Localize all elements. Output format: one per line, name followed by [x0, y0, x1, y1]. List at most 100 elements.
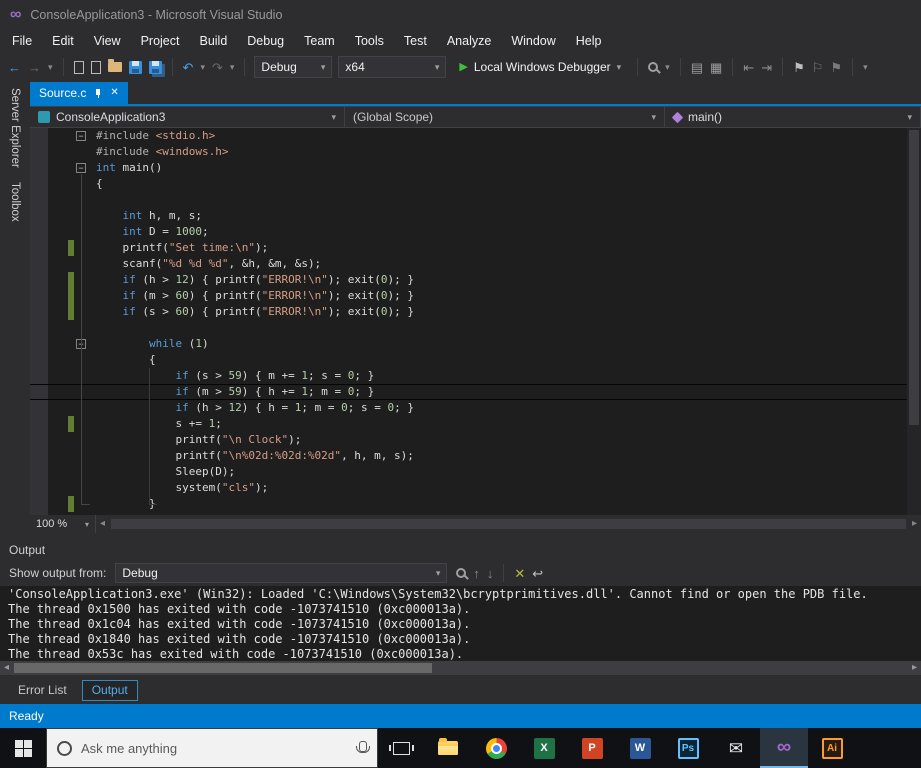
menu-window[interactable]: Window: [501, 31, 565, 51]
menu-analyze[interactable]: Analyze: [437, 31, 501, 51]
taskbar-app-illustrator[interactable]: Ai: [808, 728, 856, 768]
menu-edit[interactable]: Edit: [42, 31, 84, 51]
fold-toggle-icon[interactable]: −: [76, 163, 86, 173]
solution-explorer-icon[interactable]: ▤: [691, 61, 703, 74]
menu-tools[interactable]: Tools: [345, 31, 394, 51]
taskbar-app-word[interactable]: W: [616, 728, 664, 768]
redo-icon[interactable]: ↷: [212, 61, 223, 74]
new-project-icon[interactable]: [74, 61, 84, 74]
taskbar-app-mail[interactable]: ✉: [712, 728, 760, 768]
code-line-23[interactable]: system("cls");: [30, 480, 907, 496]
tab-source-c[interactable]: Source.c ✕: [30, 82, 128, 104]
taskbar-app-chrome[interactable]: [472, 728, 520, 768]
menu-file[interactable]: File: [2, 31, 42, 51]
open-file-icon[interactable]: [108, 62, 122, 72]
menu-project[interactable]: Project: [131, 31, 190, 51]
toggle-bookmark-icon[interactable]: ⚑: [793, 61, 805, 74]
code-area[interactable]: −#include <stdio.h>#include <windows.h>−…: [30, 128, 907, 512]
undo-dropdown-icon[interactable]: ▾: [200, 63, 205, 72]
code-line-1[interactable]: −#include <stdio.h>: [30, 128, 907, 144]
code-line-22[interactable]: Sleep(D);: [30, 464, 907, 480]
navigation-dropdown-icon[interactable]: ▾: [48, 63, 53, 72]
solution-platform-combo[interactable]: x64 ▾: [338, 56, 446, 78]
scroll-right-icon[interactable]: ▸: [908, 663, 921, 673]
code-line-13[interactable]: [30, 320, 907, 336]
toggle-word-wrap-icon[interactable]: ↩: [532, 567, 543, 580]
code-line-8[interactable]: printf("Set time:\n");: [30, 240, 907, 256]
taskbar-app-powerpoint[interactable]: P: [568, 728, 616, 768]
zoom-level-combo[interactable]: 100 % ▾: [30, 515, 96, 533]
output-text-area[interactable]: 'ConsoleApplication3.exe' (Win32): Loade…: [0, 586, 921, 661]
navigate-backward-icon[interactable]: ←: [8, 61, 21, 74]
scope-dropdown[interactable]: (Global Scope) ▾: [344, 106, 665, 128]
code-line-14[interactable]: − while (1): [30, 336, 907, 352]
taskbar-app-excel[interactable]: X: [520, 728, 568, 768]
taskbar-app-photoshop[interactable]: Ps: [664, 728, 712, 768]
toolbar-options-icon[interactable]: ▾: [863, 63, 868, 72]
scroll-left-icon[interactable]: ◂: [0, 663, 13, 673]
code-line-3[interactable]: −int main(): [30, 160, 907, 176]
tool-tab-output[interactable]: Output: [82, 680, 138, 701]
start-button[interactable]: [0, 728, 46, 768]
properties-window-icon[interactable]: ▦: [710, 61, 722, 74]
code-line-21[interactable]: printf("\n%02d:%02d:%02d", h, m, s);: [30, 448, 907, 464]
find-message-icon[interactable]: [456, 568, 466, 578]
scroll-left-icon[interactable]: ◂: [96, 519, 109, 529]
taskbar-search-input[interactable]: Ask me anything: [46, 728, 378, 768]
menu-help[interactable]: Help: [566, 31, 612, 51]
code-line-20[interactable]: printf("\n Clock");: [30, 432, 907, 448]
pin-icon[interactable]: [94, 88, 102, 99]
menu-debug[interactable]: Debug: [237, 31, 294, 51]
code-line-6[interactable]: int h, m, s;: [30, 208, 907, 224]
close-icon[interactable]: ✕: [110, 88, 118, 98]
editor-vertical-scrollbar[interactable]: [907, 128, 921, 515]
code-line-16[interactable]: if (s > 59) { m += 1; s = 0; }: [30, 368, 907, 384]
task-view-button[interactable]: [378, 728, 424, 768]
next-bookmark-icon[interactable]: ⚑: [830, 61, 842, 74]
save-icon[interactable]: [129, 61, 142, 74]
menu-test[interactable]: Test: [394, 31, 437, 51]
code-line-12[interactable]: if (s > 60) { printf("ERROR!\n"); exit(0…: [30, 304, 907, 320]
menu-team[interactable]: Team: [294, 31, 345, 51]
code-editor[interactable]: −#include <stdio.h>#include <windows.h>−…: [30, 128, 921, 515]
member-dropdown[interactable]: main() ▾: [664, 106, 921, 128]
find-in-files-icon[interactable]: [648, 62, 658, 72]
code-line-17[interactable]: if (m > 59) { h += 1; m = 0; }: [30, 384, 907, 400]
code-line-4[interactable]: {: [30, 176, 907, 192]
goto-next-message-icon[interactable]: ↓: [487, 567, 494, 580]
scrollbar-thumb[interactable]: [14, 663, 432, 673]
scroll-right-icon[interactable]: ▸: [908, 519, 921, 529]
save-all-icon[interactable]: [149, 61, 162, 74]
code-line-15[interactable]: {: [30, 352, 907, 368]
fold-toggle-icon[interactable]: −: [76, 131, 86, 141]
output-panel-title[interactable]: Output: [0, 540, 921, 560]
code-line-11[interactable]: if (m > 60) { printf("ERROR!\n"); exit(0…: [30, 288, 907, 304]
taskbar-app-visual-studio[interactable]: ∞: [760, 728, 808, 768]
start-debugging-button[interactable]: ▶ Local Windows Debugger ▾: [452, 56, 628, 78]
side-tab-toolbox[interactable]: Toolbox: [9, 182, 21, 222]
code-line-7[interactable]: int D = 1000;: [30, 224, 907, 240]
undo-icon[interactable]: ↶: [183, 61, 194, 74]
previous-bookmark-icon[interactable]: ⚐: [812, 61, 824, 74]
navigate-forward-icon[interactable]: →: [28, 61, 41, 74]
output-horizontal-scrollbar[interactable]: ◂ ▸: [0, 661, 921, 675]
code-line-10[interactable]: if (h > 12) { printf("ERROR!\n"); exit(0…: [30, 272, 907, 288]
find-dropdown-icon[interactable]: ▾: [665, 63, 670, 72]
tool-tab-error-list[interactable]: Error List: [8, 680, 77, 701]
add-new-item-icon[interactable]: [91, 61, 101, 74]
increase-indent-icon[interactable]: ⇥: [761, 61, 772, 74]
microphone-icon[interactable]: [357, 741, 367, 755]
solution-configuration-combo[interactable]: Debug ▾: [254, 56, 332, 78]
output-source-combo[interactable]: Debug ▾: [115, 563, 447, 583]
menu-build[interactable]: Build: [189, 31, 237, 51]
scrollbar-thumb[interactable]: [111, 519, 906, 529]
goto-previous-message-icon[interactable]: ↑: [473, 567, 480, 580]
code-line-19[interactable]: s += 1;: [30, 416, 907, 432]
code-line-2[interactable]: #include <windows.h>: [30, 144, 907, 160]
code-line-5[interactable]: [30, 192, 907, 208]
code-line-9[interactable]: scanf("%d %d %d", &h, &m, &s);: [30, 256, 907, 272]
editor-horizontal-scrollbar[interactable]: [109, 515, 908, 533]
side-tab-server-explorer[interactable]: Server Explorer: [9, 88, 21, 168]
taskbar-app-file-explorer[interactable]: [424, 728, 472, 768]
project-dropdown[interactable]: ConsoleApplication3 ▾: [29, 106, 345, 128]
